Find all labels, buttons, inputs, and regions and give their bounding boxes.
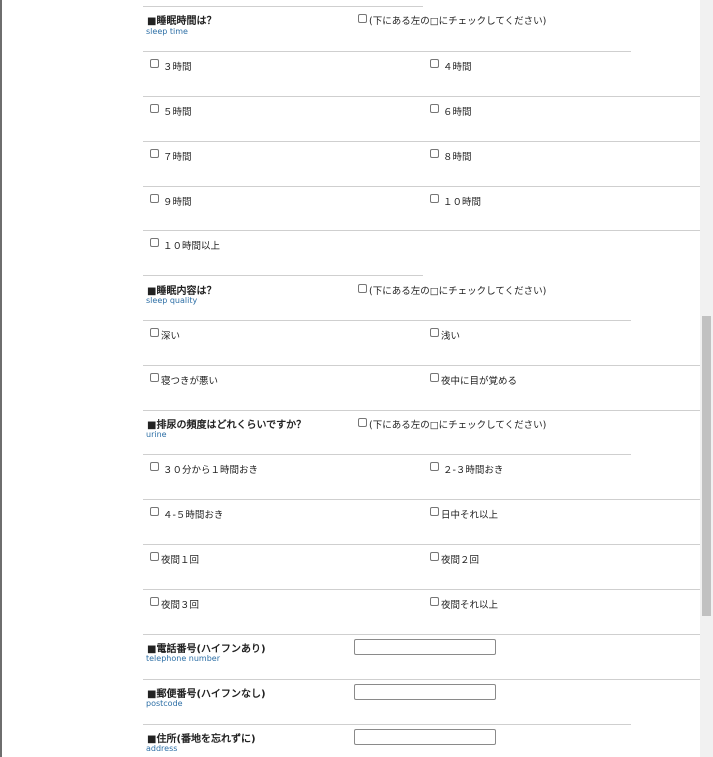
- vertical-scrollbar[interactable]: [700, 0, 713, 757]
- divider: [143, 634, 700, 635]
- option-label: ６時間: [443, 107, 472, 118]
- divider: [143, 275, 423, 276]
- option-label: 夜間１回: [161, 555, 200, 566]
- divider: [143, 6, 423, 7]
- option-label: 浅い: [441, 331, 461, 342]
- option-label: ８時間: [443, 152, 472, 163]
- checkbox-sleep-10h-plus[interactable]: [150, 238, 159, 247]
- postcode-input[interactable]: [354, 684, 496, 700]
- option-label: 夜中に目が覚める: [441, 376, 518, 387]
- window-left-edge: [0, 0, 2, 757]
- scrollbar-thumb[interactable]: [702, 316, 711, 616]
- sleep-quality-note-checkbox[interactable]: [358, 284, 367, 293]
- divider: [143, 589, 700, 590]
- sleep-quality-title: ■睡眠内容は？: [147, 286, 217, 297]
- checkbox-sleep-6h[interactable]: [430, 104, 439, 113]
- checkbox-urine-night-more[interactable]: [430, 597, 439, 606]
- checkbox-urine-day-more[interactable]: [430, 507, 439, 516]
- checkbox-sleep-8h[interactable]: [430, 149, 439, 158]
- sleep-quality-note: (下にある左の□にチェックしてください): [369, 286, 547, 297]
- address-title: ■住所(番地を忘れずに): [147, 734, 256, 745]
- postcode-title: ■郵便番号(ハイフンなし): [147, 689, 266, 700]
- option-label: ５時間: [163, 107, 192, 118]
- option-label: ２-３時間おき: [443, 465, 504, 476]
- checkbox-quality-hard-to-fall-asleep[interactable]: [150, 373, 159, 382]
- option-label: ７時間: [163, 152, 192, 163]
- option-label: １０時間以上: [163, 241, 221, 252]
- checkbox-urine-night-2[interactable]: [430, 552, 439, 561]
- checkbox-sleep-7h[interactable]: [150, 149, 159, 158]
- checkbox-sleep-10h[interactable]: [430, 194, 439, 203]
- option-label: 深い: [161, 331, 181, 342]
- divider: [143, 96, 700, 97]
- option-label: ３時間: [163, 62, 192, 73]
- checkbox-urine-night-1[interactable]: [150, 552, 159, 561]
- divider: [143, 679, 700, 680]
- divider: [143, 544, 700, 545]
- sleep-time-title: ■睡眠時間は？: [147, 16, 217, 27]
- checkbox-quality-deep[interactable]: [150, 328, 159, 337]
- divider: [143, 320, 631, 321]
- checkbox-urine-30min-1h[interactable]: [150, 462, 159, 471]
- sleep-time-note: (下にある左の□にチェックしてください): [369, 16, 547, 27]
- sleep-time-subtitle: sleep time: [146, 27, 188, 36]
- address-subtitle: address: [146, 744, 178, 753]
- checkbox-sleep-9h[interactable]: [150, 194, 159, 203]
- option-label: 日中それ以上: [441, 510, 499, 521]
- telephone-input[interactable]: [354, 639, 496, 655]
- divider: [143, 365, 700, 366]
- divider: [143, 141, 700, 142]
- option-label: 寝つきが悪い: [161, 376, 219, 387]
- option-label: ４時間: [443, 62, 472, 73]
- telephone-subtitle: telephone number: [146, 654, 221, 663]
- checkbox-sleep-5h[interactable]: [150, 104, 159, 113]
- option-label: 夜間それ以上: [441, 600, 499, 611]
- checkbox-urine-4-5h[interactable]: [150, 507, 159, 516]
- telephone-title: ■電話番号(ハイフンあり): [147, 644, 266, 655]
- urine-subtitle: urine: [146, 430, 167, 439]
- option-label: ３０分から１時間おき: [163, 465, 259, 476]
- option-label: ４-５時間おき: [163, 510, 224, 521]
- urine-note-checkbox[interactable]: [358, 418, 367, 427]
- divider: [143, 230, 700, 231]
- checkbox-quality-wake-at-night[interactable]: [430, 373, 439, 382]
- divider: [143, 454, 631, 455]
- checkbox-sleep-3h[interactable]: [150, 59, 159, 68]
- checkbox-quality-light[interactable]: [430, 328, 439, 337]
- sleep-quality-subtitle: sleep quality: [146, 296, 198, 305]
- address-input[interactable]: [354, 729, 496, 745]
- postcode-subtitle: postcode: [146, 699, 183, 708]
- divider: [143, 51, 631, 52]
- checkbox-urine-night-3[interactable]: [150, 597, 159, 606]
- option-label: ９時間: [163, 197, 192, 208]
- option-label: 夜間３回: [161, 600, 200, 611]
- urine-note: (下にある左の□にチェックしてください): [369, 420, 547, 431]
- option-label: 夜間２回: [441, 555, 480, 566]
- divider: [143, 724, 631, 725]
- divider: [143, 499, 700, 500]
- checkbox-urine-2-3h[interactable]: [430, 462, 439, 471]
- sleep-time-note-checkbox[interactable]: [358, 14, 367, 23]
- divider: [143, 410, 700, 411]
- checkbox-sleep-4h[interactable]: [430, 59, 439, 68]
- urine-title: ■排尿の頻度はどれくらいですか？: [147, 420, 307, 431]
- option-label: １０時間: [443, 197, 482, 208]
- divider: [143, 186, 700, 187]
